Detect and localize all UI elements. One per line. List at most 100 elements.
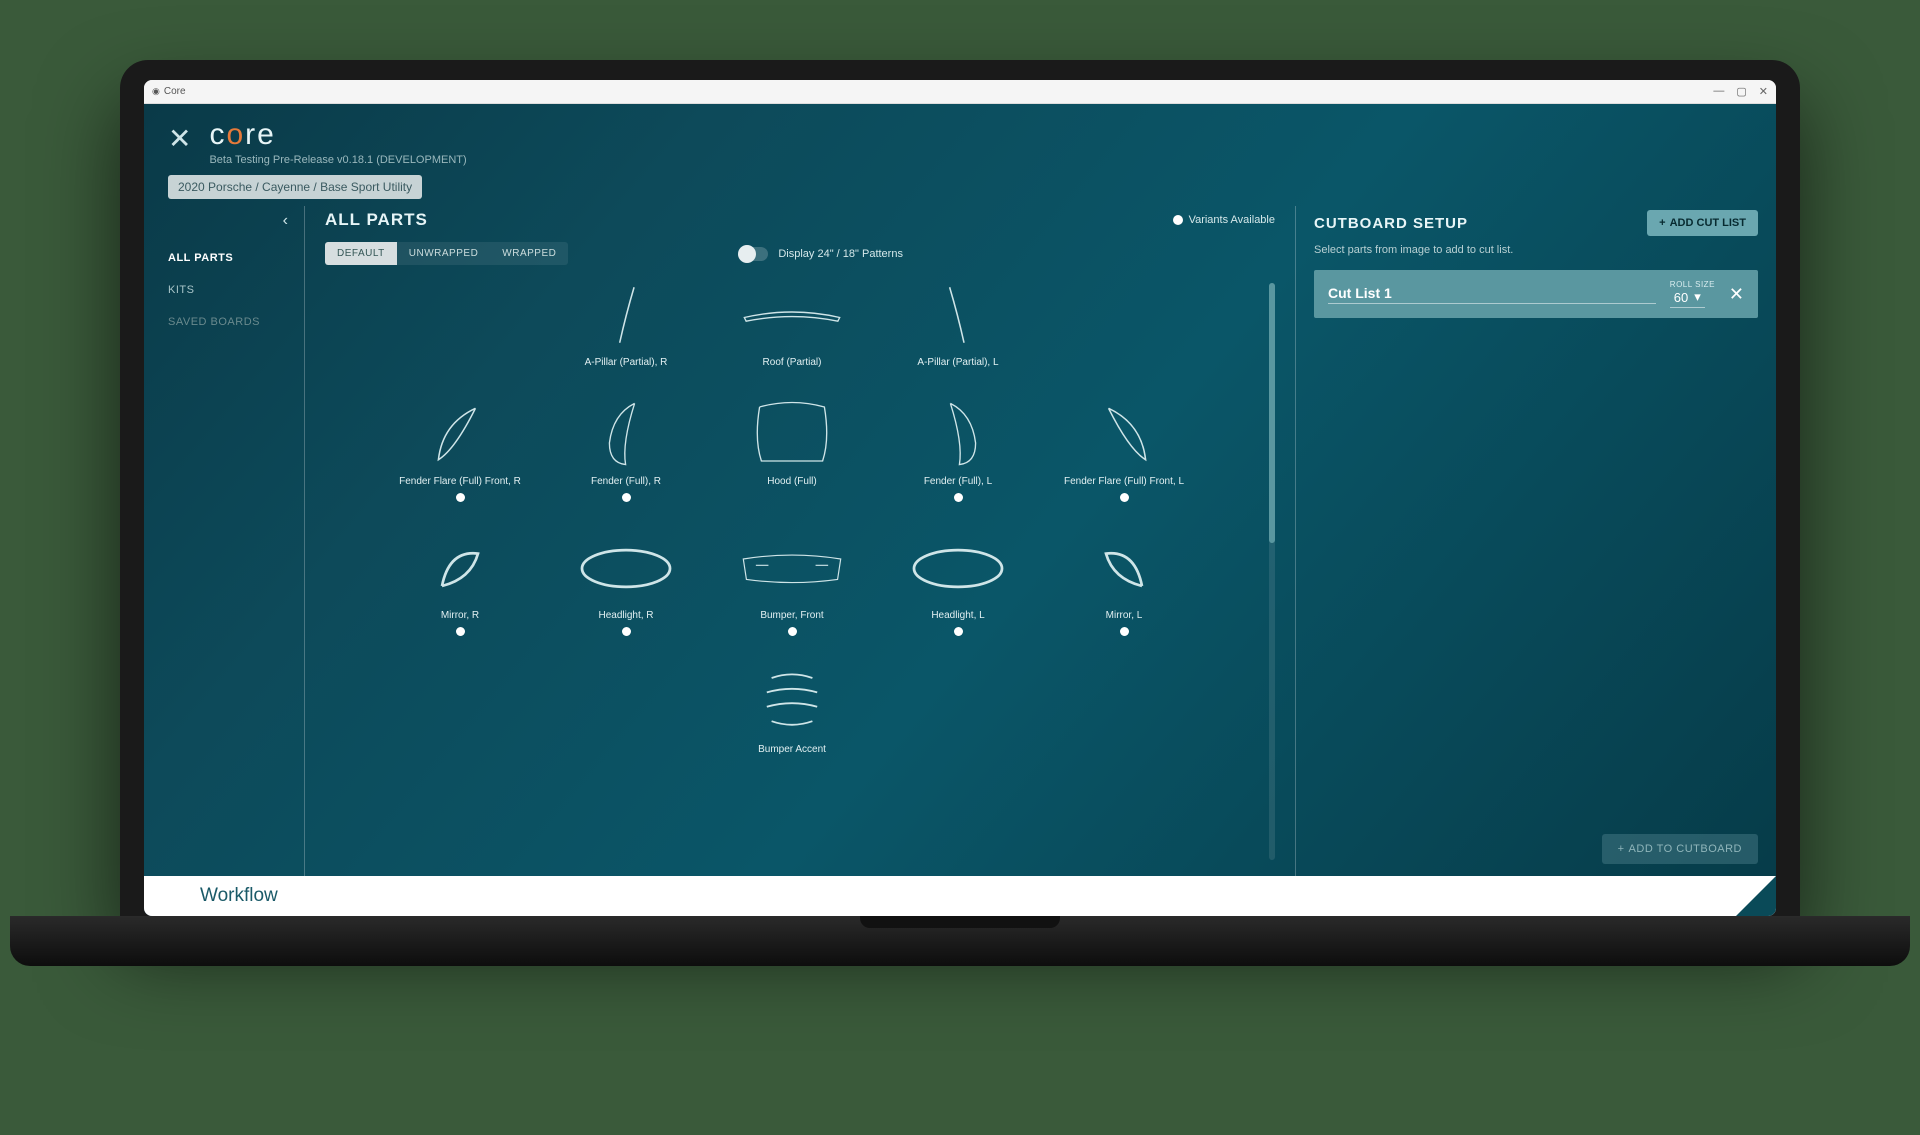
- topbar: ✕ core Beta Testing Pre-Release v0.18.1 …: [144, 104, 1776, 174]
- part-shape-icon: [737, 666, 847, 738]
- add-cut-label: ADD CUT LIST: [1670, 217, 1746, 229]
- breadcrumb[interactable]: 2020 Porsche / Cayenne / Base Sport Util…: [168, 178, 1752, 196]
- variant-indicator-icon: [788, 627, 797, 636]
- window-controls[interactable]: — ▢ ✕: [1713, 85, 1768, 98]
- brand: core Beta Testing Pre-Release v0.18.1 (D…: [209, 118, 466, 166]
- cut-header: CUTBOARD SETUP + ADD CUT LIST: [1314, 206, 1758, 244]
- close-window-icon[interactable]: ✕: [1759, 85, 1768, 98]
- chevron-down-icon[interactable]: ▾: [1694, 289, 1701, 305]
- sidebar-item-saved-boards[interactable]: SAVED BOARDS: [144, 306, 304, 338]
- laptop-frame: Core — ▢ ✕ ✕ core Beta Testing Pre-Relea…: [120, 60, 1800, 916]
- maximize-icon[interactable]: ▢: [1736, 85, 1746, 98]
- footer-label: Workflow: [200, 885, 278, 907]
- part-label: Fender Flare (Full) Front, L: [1064, 476, 1184, 487]
- roll-label: ROLL SIZE: [1670, 280, 1715, 289]
- part-shape-icon: [405, 532, 515, 604]
- cut-list-item[interactable]: Cut List 1 ROLL SIZE 60 ▾ ✕: [1314, 270, 1758, 318]
- add-cut-list-button[interactable]: + ADD CUT LIST: [1647, 210, 1758, 236]
- part-item[interactable]: Headlight, L: [893, 532, 1023, 636]
- part-item[interactable]: Bumper, Front: [727, 532, 857, 636]
- part-label: Fender (Full), L: [924, 476, 992, 487]
- cut-hint: Select parts from image to add to cut li…: [1314, 244, 1758, 256]
- segment-unwrapped[interactable]: UNWRAPPED: [397, 242, 491, 265]
- wrap-segment: DEFAULT UNWRAPPED WRAPPED: [325, 242, 568, 265]
- cut-footer: + ADD TO CUTBOARD: [1314, 834, 1758, 864]
- part-label: A-Pillar (Partial), L: [917, 357, 998, 368]
- screen: Core — ▢ ✕ ✕ core Beta Testing Pre-Relea…: [144, 80, 1776, 916]
- part-item[interactable]: Fender (Full), R: [561, 398, 691, 502]
- variant-indicator-icon: [456, 627, 465, 636]
- sidebar-item-kits[interactable]: KITS: [144, 274, 304, 306]
- part-label: A-Pillar (Partial), R: [585, 357, 668, 368]
- segment-wrapped[interactable]: WRAPPED: [490, 242, 568, 265]
- chevron-left-icon[interactable]: ‹: [283, 212, 288, 230]
- add-to-cutboard-label: ADD TO CUTBOARD: [1629, 843, 1742, 855]
- part-item[interactable]: Fender Flare (Full) Front, L: [1059, 398, 1189, 502]
- window-title: Core: [152, 86, 186, 97]
- pattern-toggle-row: Display 24" / 18" Patterns: [738, 247, 903, 261]
- part-item[interactable]: Hood (Full): [727, 398, 857, 502]
- part-shape-icon: [737, 279, 847, 351]
- parts-title: ALL PARTS: [325, 210, 428, 230]
- part-item[interactable]: A-Pillar (Partial), L: [893, 279, 1023, 368]
- logo: core: [209, 118, 466, 152]
- part-item[interactable]: Fender Flare (Full) Front, R: [395, 398, 525, 502]
- part-shape-icon: [571, 279, 681, 351]
- part-label: Headlight, L: [931, 610, 984, 621]
- part-item[interactable]: Mirror, L: [1059, 532, 1189, 636]
- variant-dot-icon: [1173, 215, 1183, 225]
- laptop-base: [10, 916, 1910, 966]
- main: ALL PARTS Variants Available DEFAULT UNW…: [305, 206, 1776, 876]
- part-label: Mirror, R: [441, 610, 479, 621]
- part-item[interactable]: Bumper Accent: [727, 666, 857, 755]
- minimize-icon[interactable]: —: [1713, 85, 1724, 98]
- parts-header: ALL PARTS Variants Available: [325, 206, 1275, 242]
- remove-cut-list-icon[interactable]: ✕: [1729, 284, 1744, 305]
- plus-icon: +: [1659, 217, 1665, 229]
- part-item[interactable]: Fender (Full), L: [893, 398, 1023, 502]
- part-shape-icon: [737, 532, 847, 604]
- parts-controls: DEFAULT UNWRAPPED WRAPPED Display 24" / …: [325, 242, 1275, 265]
- part-label: Fender (Full), R: [591, 476, 661, 487]
- logo-dot: o: [226, 118, 245, 151]
- logo-part: c: [209, 118, 226, 151]
- variant-indicator-icon: [622, 493, 631, 502]
- part-shape-icon: [903, 398, 1013, 470]
- part-shape-icon: [1069, 532, 1179, 604]
- footer-bar: Workflow: [144, 876, 1776, 916]
- part-shape-icon: [737, 398, 847, 470]
- part-item[interactable]: Roof (Partial): [727, 279, 857, 368]
- variant-indicator-icon: [954, 493, 963, 502]
- scrollbar[interactable]: [1269, 283, 1275, 860]
- part-label: Mirror, L: [1106, 610, 1143, 621]
- pattern-toggle-label: Display 24" / 18" Patterns: [778, 248, 903, 260]
- variant-indicator-icon: [622, 627, 631, 636]
- part-shape-icon: [571, 532, 681, 604]
- roll-value: 60: [1674, 290, 1688, 305]
- os-titlebar: Core — ▢ ✕: [144, 80, 1776, 104]
- part-item[interactable]: A-Pillar (Partial), R: [561, 279, 691, 368]
- add-to-cutboard-button[interactable]: + ADD TO CUTBOARD: [1602, 834, 1758, 864]
- variant-indicator-icon: [1120, 627, 1129, 636]
- app-root: ✕ core Beta Testing Pre-Release v0.18.1 …: [144, 104, 1776, 916]
- cut-title: CUTBOARD SETUP: [1314, 215, 1468, 232]
- variant-indicator-icon: [954, 627, 963, 636]
- variant-indicator-icon: [456, 493, 465, 502]
- close-icon[interactable]: ✕: [168, 122, 191, 155]
- roll-size-field[interactable]: ROLL SIZE 60 ▾: [1670, 280, 1715, 308]
- part-label: Bumper, Front: [760, 610, 823, 621]
- pattern-toggle[interactable]: [738, 247, 768, 261]
- part-shape-icon: [405, 398, 515, 470]
- part-item[interactable]: Headlight, R: [561, 532, 691, 636]
- part-shape-icon: [903, 532, 1013, 604]
- sidebar-item-all-parts[interactable]: ALL PARTS: [144, 242, 304, 274]
- parts-panel: ALL PARTS Variants Available DEFAULT UNW…: [305, 206, 1295, 876]
- part-label: Headlight, R: [598, 610, 653, 621]
- segment-default[interactable]: DEFAULT: [325, 242, 397, 265]
- part-item[interactable]: Mirror, R: [395, 532, 525, 636]
- cut-list-name[interactable]: Cut List 1: [1328, 285, 1656, 304]
- variants-label: Variants Available: [1189, 214, 1275, 226]
- scrollbar-thumb[interactable]: [1269, 283, 1275, 543]
- cutboard-panel: CUTBOARD SETUP + ADD CUT LIST Select par…: [1296, 206, 1776, 876]
- plus-icon: +: [1618, 843, 1625, 855]
